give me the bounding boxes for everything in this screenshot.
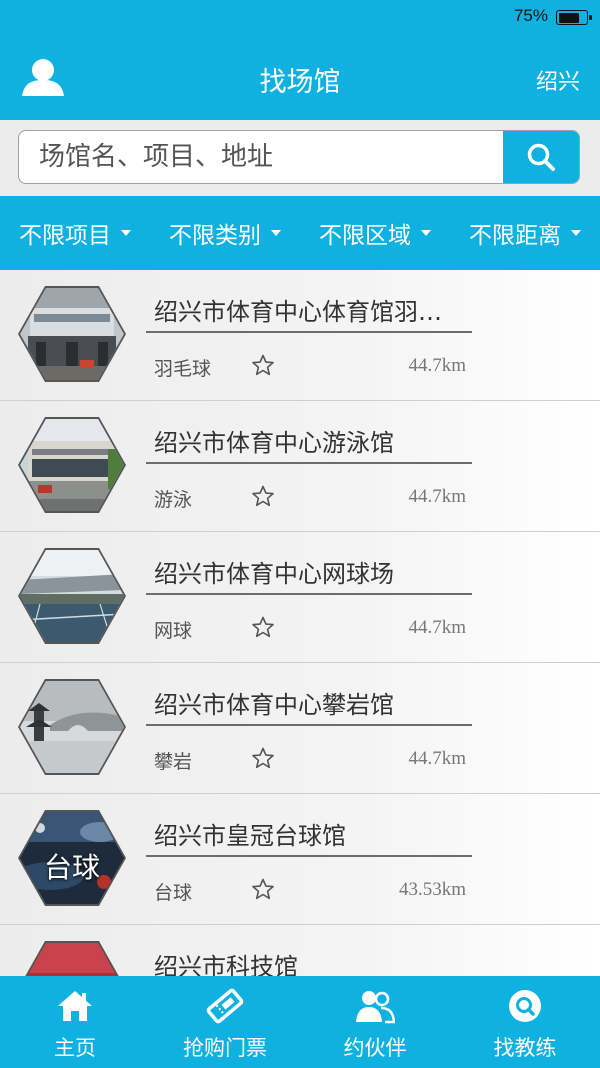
filter-bar: 不限项目 不限类别 不限区域 不限距离 <box>0 196 600 270</box>
filter-category[interactable]: 不限类别 <box>150 196 300 270</box>
venue-photo <box>18 286 126 382</box>
caret-down-icon <box>571 230 581 236</box>
venue-name: 绍兴市体育中心体育馆羽毛球馆 <box>154 298 464 326</box>
tab-bar: 主页 抢购门票 约伙伴 找教练 <box>0 976 600 1068</box>
divider <box>146 331 472 333</box>
tab-home-label: 主页 <box>54 1036 96 1060</box>
caret-down-icon <box>271 230 281 236</box>
venue-name: 绍兴市体育中心攀岩馆 <box>154 691 394 719</box>
venue-distance: 43.53km <box>398 879 466 900</box>
venue-photo <box>18 417 126 513</box>
venue-sport: 攀岩 <box>154 751 193 773</box>
venue-sport: 游泳 <box>154 489 193 511</box>
filter-category-label: 不限类别 <box>169 223 261 249</box>
venue-photo <box>18 548 126 644</box>
star-icon[interactable] <box>251 354 275 376</box>
search-box <box>18 130 580 184</box>
venue-distance: 44.7km <box>408 486 466 507</box>
venue-item[interactable]: 绍兴市体育中心网球场 网球 44.7km <box>0 532 600 663</box>
battery-percent: 75% <box>513 6 548 25</box>
page-title: 找场馆 <box>259 67 341 98</box>
search-area <box>0 120 600 196</box>
filter-sport[interactable]: 不限项目 <box>0 196 150 270</box>
ticket-icon <box>206 988 244 1024</box>
filter-area[interactable]: 不限区域 <box>300 196 450 270</box>
caret-down-icon <box>421 230 431 236</box>
star-icon[interactable] <box>251 485 275 507</box>
tab-find-coach-label: 找教练 <box>493 1036 557 1060</box>
star-icon[interactable] <box>251 747 275 769</box>
divider <box>146 593 472 595</box>
filter-sport-label: 不限项目 <box>19 223 111 249</box>
star-icon[interactable] <box>251 878 275 900</box>
filter-area-label: 不限区域 <box>319 223 411 249</box>
venue-distance: 44.7km <box>408 617 466 638</box>
venue-distance: 44.7km <box>408 748 466 769</box>
search-icon <box>527 143 555 171</box>
venue-name: 绍兴市体育中心游泳馆 <box>154 429 394 457</box>
tab-find-coach[interactable]: 找教练 <box>450 976 600 1068</box>
status-bar: 75% <box>0 0 600 36</box>
venue-photo <box>18 941 126 976</box>
filter-distance[interactable]: 不限距离 <box>450 196 600 270</box>
venue-item[interactable]: 台球 绍兴市皇冠台球馆 台球 43.53km <box>0 794 600 925</box>
home-icon <box>58 991 92 1021</box>
star-icon[interactable] <box>251 616 275 638</box>
divider <box>146 855 472 857</box>
tab-tickets[interactable]: 抢购门票 <box>150 976 300 1068</box>
filter-distance-label: 不限距离 <box>469 223 561 249</box>
venue-item[interactable]: 绍兴市体育中心攀岩馆 攀岩 44.7km <box>0 663 600 794</box>
venue-item[interactable]: 绍兴市体育中心体育馆羽毛球馆 羽毛球 44.7km <box>0 270 600 401</box>
partners-icon <box>356 991 395 1024</box>
venue-item[interactable]: 绍兴市科技馆 <box>0 925 600 976</box>
tab-partners-label: 约伙伴 <box>343 1036 407 1060</box>
search-input[interactable] <box>19 131 503 183</box>
venue-name: 绍兴市皇冠台球馆 <box>154 822 346 850</box>
tab-home[interactable]: 主页 <box>0 976 150 1068</box>
find-coach-icon <box>509 990 541 1022</box>
venue-item[interactable]: 绍兴市体育中心游泳馆 游泳 44.7km <box>0 401 600 532</box>
venue-distance: 44.7km <box>408 355 466 376</box>
venue-photo: 台球 <box>18 810 126 906</box>
tab-tickets-label: 抢购门票 <box>183 1036 267 1060</box>
venue-sport: 网球 <box>154 620 193 642</box>
venue-photo <box>18 679 126 775</box>
nav-bar: 找场馆 绍兴 <box>0 36 600 120</box>
venue-list: 绍兴市体育中心体育馆羽毛球馆 羽毛球 44.7km 绍兴市体育中心游泳馆 游泳 … <box>0 270 600 976</box>
venue-photo-caption: 台球 <box>43 851 100 884</box>
venue-name: 绍兴市科技馆 <box>154 953 298 976</box>
venue-name: 绍兴市体育中心网球场 <box>154 560 394 588</box>
tab-partners[interactable]: 约伙伴 <box>300 976 450 1068</box>
divider <box>146 724 472 726</box>
divider <box>146 462 472 464</box>
battery-icon <box>556 10 592 25</box>
venue-sport: 台球 <box>154 882 193 904</box>
venue-sport: 羽毛球 <box>154 358 212 380</box>
city-selector[interactable]: 绍兴 <box>536 64 580 96</box>
search-button[interactable] <box>503 131 579 183</box>
caret-down-icon <box>121 230 131 236</box>
